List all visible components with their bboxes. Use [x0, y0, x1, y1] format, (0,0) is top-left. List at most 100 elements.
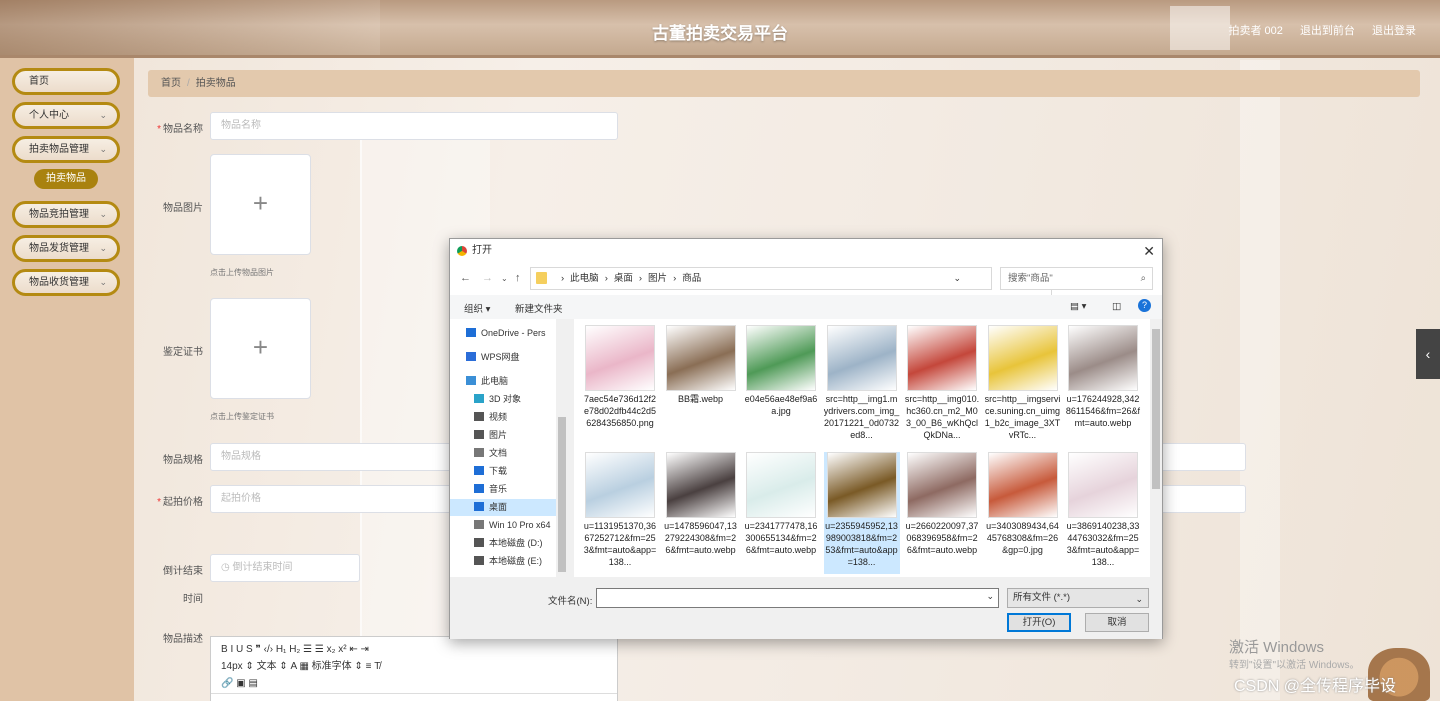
path-crumbs[interactable]: › 此电脑 › 桌面 › 图片 › 商品 — [561, 273, 707, 284]
back-to-frontend-link[interactable]: 退出到前台 — [1300, 25, 1355, 37]
nav-item[interactable]: Win 10 Pro x64 — [450, 517, 556, 534]
rich-text-editor[interactable]: B I U S ❞ ‹/› H₁ H₂ ☰ ☰ x₂ x² ⇤ ⇥ 14px ⇕… — [210, 636, 618, 701]
certificate-tip: 点击上传鉴定证书 — [210, 412, 274, 421]
nav-item[interactable]: 文档 — [450, 445, 556, 462]
file-item[interactable]: src=http__img010.hc360.cn_m2_M03_00_B6_w… — [904, 325, 980, 447]
path-segment[interactable]: 桌面 — [614, 273, 633, 284]
breadcrumb-separator: / — [187, 78, 190, 89]
sidebar-item-shipping[interactable]: 物品发货管理 ⌄ — [12, 235, 120, 262]
sidebar-item-personal-center[interactable]: 个人中心 ⌄ — [12, 102, 120, 129]
path-segment[interactable]: 商品 — [682, 273, 701, 284]
up-arrow-icon[interactable]: ↑ — [515, 272, 521, 284]
path-breadcrumb[interactable]: ›此电脑›桌面›图片›商品 ⌄ ↻ — [530, 267, 1067, 295]
editor-toolbar-row[interactable]: 🔗 ▣ ▤ — [221, 675, 607, 692]
sidebar-item-auction-items[interactable]: 拍卖物品管理 ⌄ — [12, 136, 120, 163]
preview-pane-icon[interactable]: ◫ — [1112, 301, 1121, 312]
countdown-label: 倒计结束 — [163, 566, 203, 577]
item-name-input[interactable]: 物品名称 — [210, 112, 618, 140]
music-icon — [474, 484, 484, 493]
path-segment[interactable]: 此电脑 — [570, 273, 599, 284]
item-image-upload[interactable]: + — [210, 154, 311, 255]
navigation-scrollbar[interactable] — [556, 319, 568, 577]
file-item[interactable]: BB霜.webp — [663, 325, 739, 447]
file-item[interactable]: u=1478596047,13279224308&fm=26&fmt=auto.… — [663, 452, 739, 574]
logout-link[interactable]: 退出登录 — [1372, 25, 1416, 37]
file-item[interactable]: u=3403089434,6445768308&fm=26&gp=0.jpg — [985, 452, 1061, 574]
sidebar-item-bidding[interactable]: 物品竞拍管理 ⌄ — [12, 201, 120, 228]
drive-icon — [474, 556, 484, 565]
file-name: u=176244928,3428611546&fm=26&fmt=auto.we… — [1065, 394, 1141, 428]
nav-item[interactable]: 下载 — [450, 463, 556, 480]
file-item[interactable]: src=http__imgservice.suning.cn_uimg1_b2c… — [985, 325, 1061, 447]
organize-button[interactable]: 组织 ▾ — [464, 301, 490, 315]
path-separator: › — [638, 273, 643, 284]
file-item[interactable]: u=1131951370,3667252712&fm=253&fmt=auto&… — [582, 452, 658, 574]
nav-item[interactable]: 3D 对象 — [450, 391, 556, 408]
close-icon[interactable]: ✕ — [1143, 239, 1155, 263]
file-item[interactable]: u=2355945952,13989003818&fm=253&fmt=auto… — [823, 452, 900, 574]
dialog-titlebar: 打开 ✕ — [450, 239, 1162, 263]
nav-item[interactable]: 音乐 — [450, 481, 556, 498]
file-item[interactable]: u=2341777478,16300655134&fm=26&fmt=auto.… — [743, 452, 819, 574]
countdown-input[interactable]: ◷ 倒计结束时间 — [210, 554, 360, 582]
file-name: u=2355945952,13989003818&fm=253&fmt=auto… — [825, 521, 898, 567]
cancel-button[interactable]: 取消 — [1085, 613, 1149, 632]
nav-item[interactable]: OneDrive - Pers — [450, 325, 556, 342]
nav-item[interactable]: 本地磁盘 (D:) — [450, 535, 556, 552]
chevron-down-icon: ⌄ — [99, 110, 107, 120]
sidebar-subitem-auction-item[interactable]: 拍卖物品 — [34, 169, 98, 189]
picture-icon — [474, 430, 484, 439]
file-name: BB霜.webp — [677, 394, 724, 404]
nav-item[interactable]: WPS网盘 — [450, 349, 556, 366]
spec-label: 物品规格 — [163, 455, 203, 466]
search-icon: ⌕ — [1140, 273, 1146, 284]
nav-item[interactable]: 桌面 — [450, 499, 556, 516]
file-item[interactable]: u=176244928,3428611546&fm=26&fmt=auto.we… — [1065, 325, 1141, 447]
document-icon — [474, 448, 484, 457]
file-item[interactable]: u=2660220097,37068396958&fm=26&fmt=auto.… — [904, 452, 980, 574]
required-mark: * — [157, 124, 161, 135]
new-folder-button[interactable]: 新建文件夹 — [515, 301, 563, 315]
nav-item[interactable]: 本地磁盘 (E:) — [450, 553, 556, 570]
path-segment[interactable]: 图片 — [648, 273, 667, 284]
breadcrumb-home[interactable]: 首页 — [161, 78, 181, 89]
nav-item-label: WPS网盘 — [481, 352, 520, 362]
scroll-thumb[interactable] — [1152, 329, 1160, 489]
filename-input[interactable]: ⌄ — [596, 588, 999, 608]
file-name: src=http__img010.hc360.cn_m2_M03_00_B6_w… — [904, 394, 980, 440]
sidebar-item-receiving[interactable]: 物品收货管理 ⌄ — [12, 269, 120, 296]
plus-icon: + — [252, 188, 269, 218]
nav-item[interactable]: 图片 — [450, 427, 556, 444]
editor-toolbar-row[interactable]: B I U S ❞ ‹/› H₁ H₂ ☰ ☰ x₂ x² ⇤ ⇥ — [221, 641, 607, 658]
view-options-icon[interactable]: ▤ ▾ — [1070, 301, 1086, 312]
chevron-down-icon[interactable]: ⌄ — [986, 591, 994, 602]
file-item[interactable]: u=3869140238,3344763032&fm=253&fmt=auto&… — [1065, 452, 1141, 574]
help-icon[interactable]: ? — [1138, 299, 1151, 312]
file-item[interactable]: src=http__img1.mydrivers.com_img_2017122… — [824, 325, 900, 447]
back-arrow-icon[interactable]: ← — [460, 272, 471, 284]
certificate-upload[interactable]: + — [210, 298, 311, 399]
nav-item[interactable]: 此电脑 — [450, 373, 556, 390]
filetype-select[interactable]: 所有文件 (*.*) ⌄ — [1007, 588, 1149, 608]
nav-item[interactable]: 视频 — [450, 409, 556, 426]
open-button[interactable]: 打开(O) — [1007, 613, 1071, 632]
label-text: 起拍价格 — [163, 497, 203, 508]
sidebar-item-home[interactable]: 首页 — [12, 68, 120, 95]
scroll-thumb[interactable] — [558, 417, 566, 572]
side-panel-toggle[interactable]: ‹ — [1416, 329, 1440, 379]
search-input[interactable]: 搜索"商品" ⌕ — [1000, 267, 1153, 290]
editor-toolbar-row[interactable]: 14px ⇕ 文本 ⇕ A ▦ 标准字体 ⇕ ≡ T̸ — [221, 658, 607, 675]
chevron-down-icon[interactable]: ⌄ — [953, 268, 961, 289]
file-name: u=3869140238,3344763032&fm=253&fmt=auto&… — [1066, 521, 1140, 567]
sidebar-item-label: 个人中心 — [29, 110, 69, 121]
chevron-down-icon[interactable]: ⌄ — [501, 274, 508, 283]
item-image-tip: 点击上传物品图片 — [210, 268, 274, 277]
file-item[interactable]: e04e56ae48ef9a6a.jpg — [743, 325, 819, 447]
windows-activation-title: 激活 Windows — [1229, 639, 1325, 656]
file-item[interactable]: 7aec54e736d12f2e78d02dfb44c2d56284356850… — [582, 325, 658, 447]
forward-arrow-icon[interactable]: → — [482, 272, 493, 284]
file-list-scrollbar[interactable] — [1150, 319, 1162, 577]
editor-toolbar[interactable]: B I U S ❞ ‹/› H₁ H₂ ☰ ☰ x₂ x² ⇤ ⇥ 14px ⇕… — [211, 637, 617, 694]
item-image-label: 物品图片 — [163, 203, 203, 214]
windows-activation-subtitle: 转到"设置"以激活 Windows。 — [1229, 660, 1360, 671]
